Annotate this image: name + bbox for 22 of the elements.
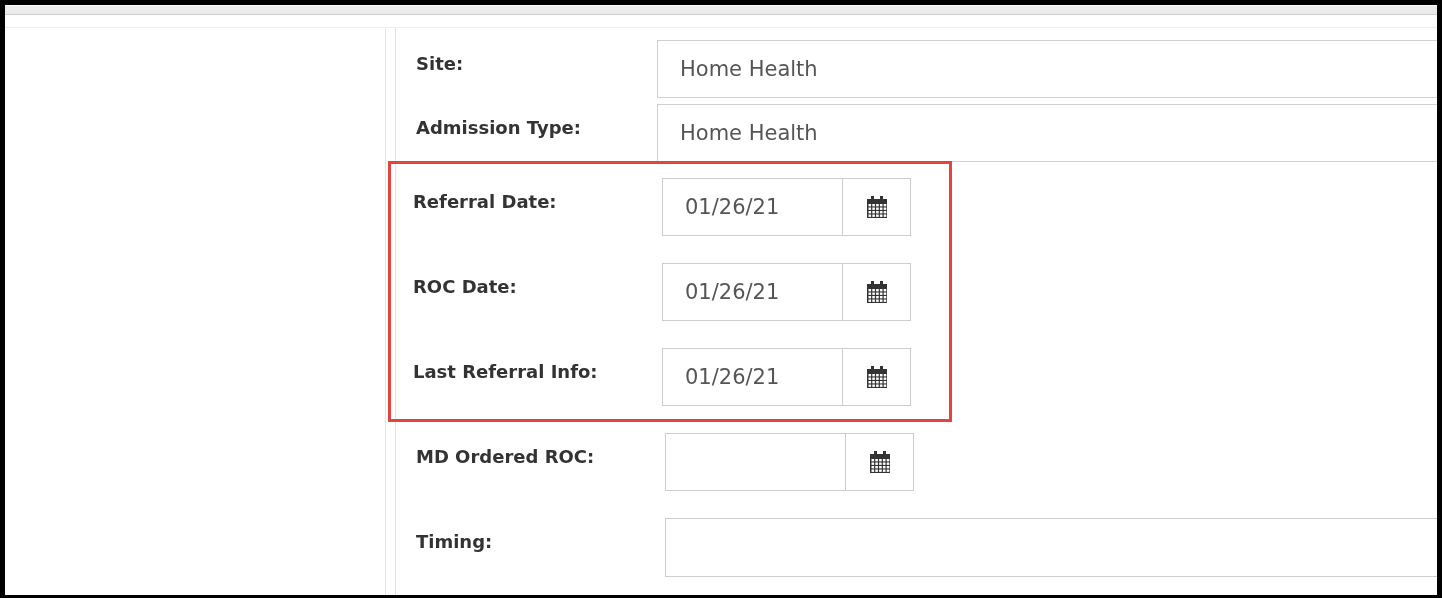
- calendar-button[interactable]: [846, 433, 914, 491]
- date-field[interactable]: 01/26/21: [662, 348, 843, 406]
- field-label: Site:: [416, 52, 465, 74]
- field-label: ROC Date:: [413, 275, 518, 297]
- date-field[interactable]: [665, 433, 846, 491]
- field-label: Referral Date:: [413, 190, 558, 212]
- date-field[interactable]: 01/26/21: [662, 263, 843, 321]
- select-field[interactable]: Home Health: [657, 104, 1437, 162]
- calendar-button[interactable]: [843, 263, 911, 321]
- field-label: Last Referral Info:: [413, 360, 599, 382]
- field-label: Admission Type:: [416, 116, 582, 138]
- calendar-button[interactable]: [843, 178, 911, 236]
- date-field[interactable]: 01/26/21: [662, 178, 843, 236]
- calendar-icon: [865, 195, 888, 219]
- text-field[interactable]: [665, 518, 1437, 577]
- field-label: Timing:: [416, 530, 494, 552]
- select-field[interactable]: Home Health: [657, 40, 1437, 98]
- calendar-button[interactable]: [843, 348, 911, 406]
- calendar-icon: [868, 450, 891, 474]
- calendar-icon: [865, 365, 888, 389]
- calendar-icon: [865, 280, 888, 304]
- field-label: MD Ordered ROC:: [416, 445, 596, 467]
